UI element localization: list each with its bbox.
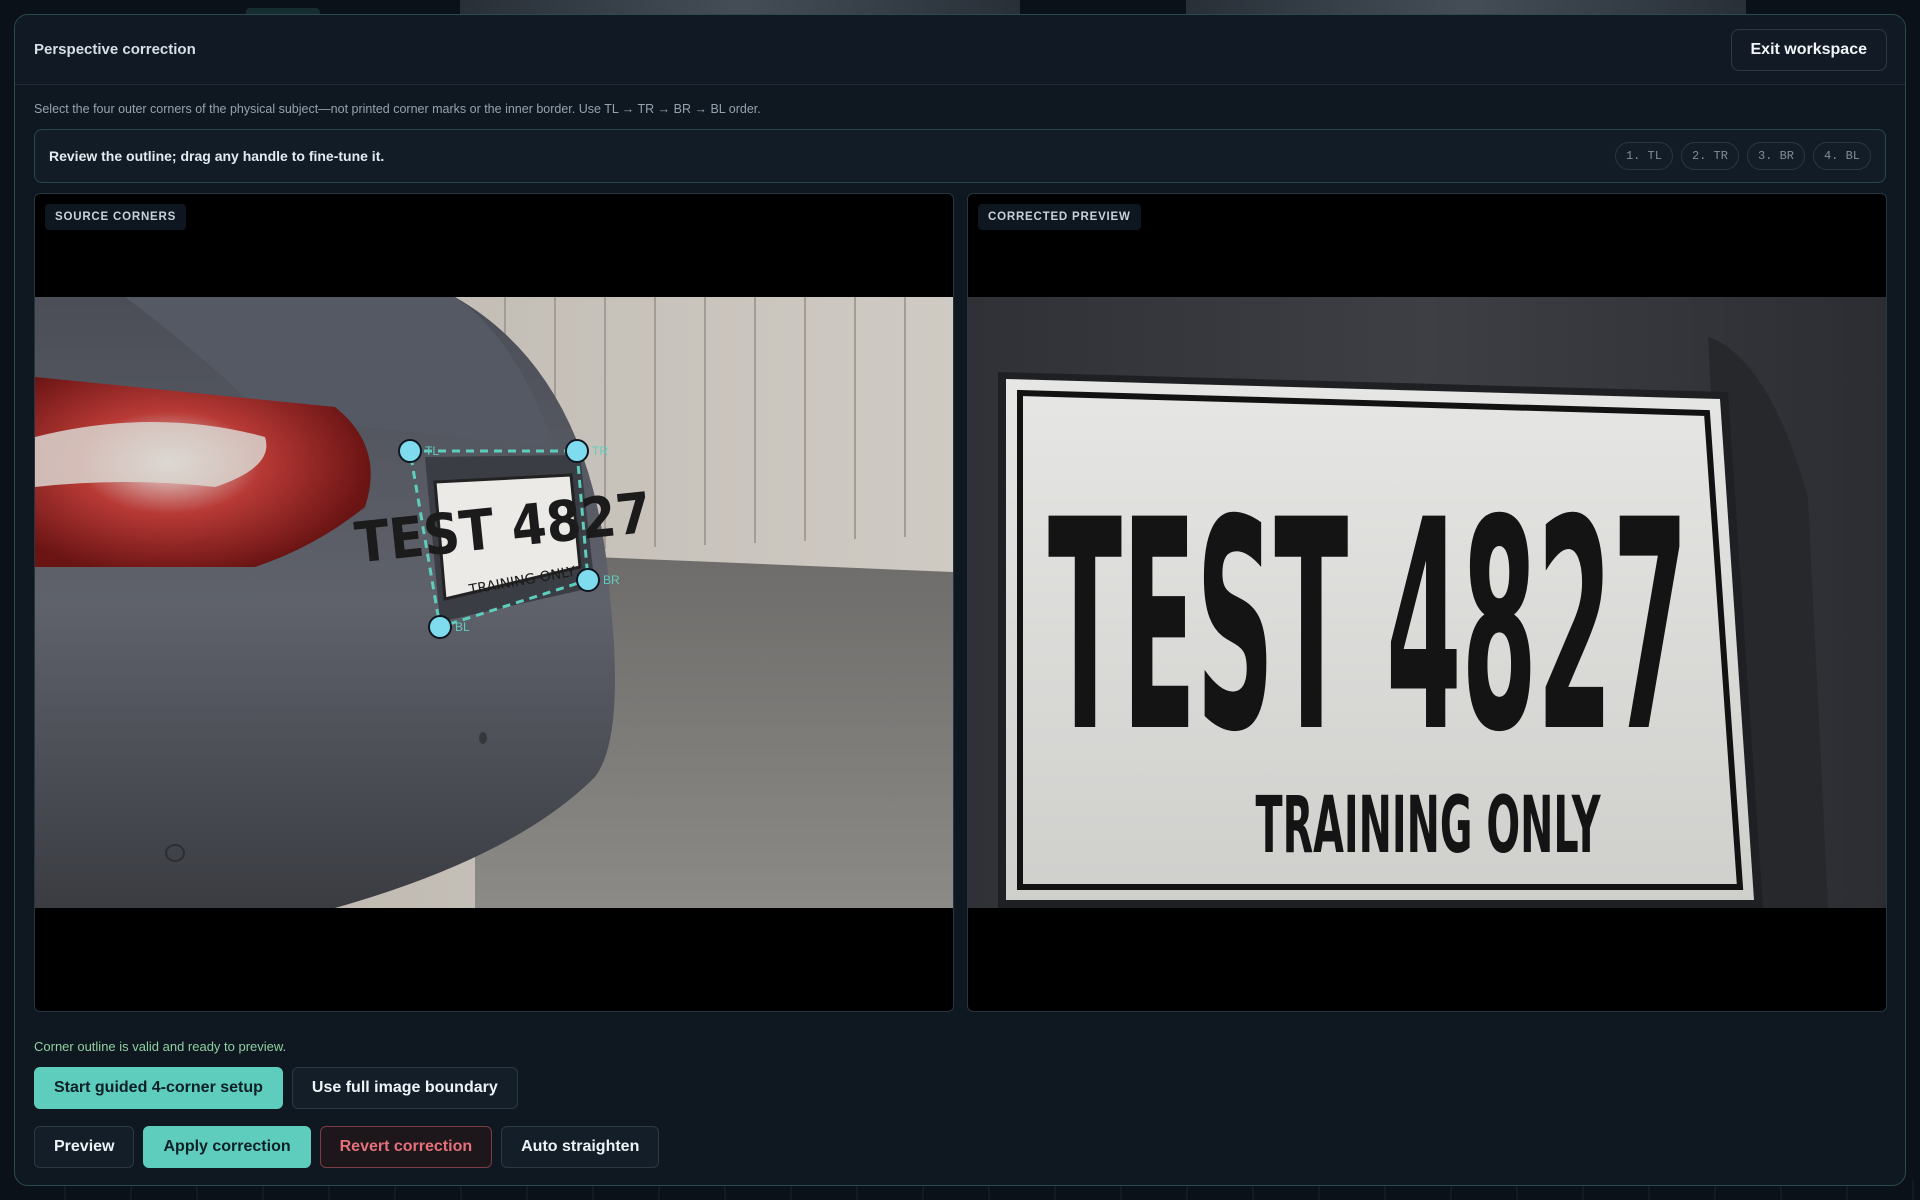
preview-plate-text: TEST 4827 bbox=[1048, 459, 1688, 796]
step-bl: 4. BL bbox=[1812, 142, 1871, 170]
revert-correction-button[interactable]: Revert correction bbox=[319, 1126, 493, 1168]
exit-workspace-button[interactable]: Exit workspace bbox=[1730, 28, 1887, 71]
review-bar: Review the outline; drag any handle to f… bbox=[34, 129, 1886, 183]
corrected-preview-label: CORRECTED PREVIEW bbox=[978, 204, 1141, 230]
correction-actions: Preview Apply correction Revert correcti… bbox=[34, 1126, 660, 1168]
corrected-preview-panel: CORRECTED PREVIEW TEST 4827 TRAINING ONL… bbox=[967, 193, 1887, 1012]
corner-steps: 1. TL 2. TR 3. BR 4. BL bbox=[1614, 142, 1871, 170]
step-br: 3. BR bbox=[1746, 142, 1805, 170]
instructions-text: Select the four outer corners of the phy… bbox=[34, 102, 761, 116]
source-corners-label: SOURCE CORNERS bbox=[45, 204, 187, 230]
valid-status-message: Corner outline is valid and ready to pre… bbox=[34, 1039, 287, 1054]
step-tr: 2. TR bbox=[1680, 142, 1739, 170]
auto-straighten-button[interactable]: Auto straighten bbox=[501, 1126, 660, 1168]
background-thumbnail bbox=[460, 0, 1020, 14]
apply-correction-button[interactable]: Apply correction bbox=[143, 1126, 311, 1168]
setup-actions: Start guided 4-corner setup Use full ima… bbox=[34, 1067, 518, 1109]
background-thumbnail bbox=[1186, 0, 1746, 14]
review-text: Review the outline; drag any handle to f… bbox=[49, 148, 385, 164]
preview-button[interactable]: Preview bbox=[34, 1126, 135, 1168]
preview-plate-subtext: TRAINING ONLY bbox=[1256, 781, 1602, 871]
source-image[interactable]: TEST 4827 TRAINING ONLY TL TR BR BL bbox=[35, 297, 953, 908]
guided-setup-button[interactable]: Start guided 4-corner setup bbox=[34, 1067, 283, 1109]
modal-header: Perspective correction Exit workspace bbox=[15, 15, 1905, 85]
svg-text:BL: BL bbox=[455, 620, 470, 634]
svg-text:TL: TL bbox=[425, 444, 439, 458]
preview-image: TEST 4827 TRAINING ONLY bbox=[968, 297, 1886, 908]
step-tl: 1. TL bbox=[1614, 142, 1673, 170]
modal-title: Perspective correction bbox=[34, 41, 196, 58]
svg-text:BR: BR bbox=[603, 573, 620, 587]
source-corners-panel: SOURCE CORNERS TEST 4827 TRAINING ONLY T… bbox=[34, 193, 954, 1012]
svg-text:TR: TR bbox=[592, 444, 608, 458]
perspective-correction-modal: Perspective correction Exit workspace Se… bbox=[14, 14, 1906, 1186]
full-boundary-button[interactable]: Use full image boundary bbox=[291, 1067, 518, 1109]
